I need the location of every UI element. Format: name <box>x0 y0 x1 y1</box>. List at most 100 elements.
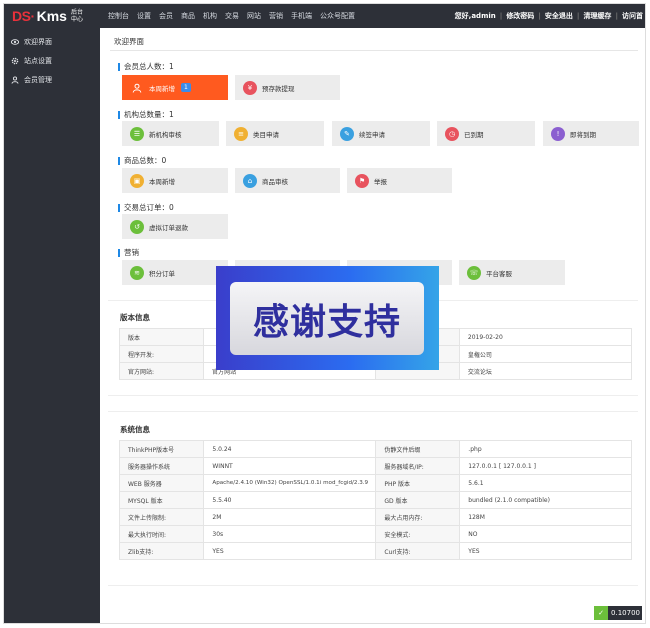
nav-website[interactable]: 网站 <box>243 11 265 21</box>
table-cell: YES <box>203 542 377 560</box>
table-cell: Zlib支持: <box>118 542 205 560</box>
table-cell: WINNT <box>203 457 377 475</box>
app-window: DS· Kms 后台中心 控制台 设置 会员 商品 机构 交易 网站 营销 手机… <box>3 3 646 624</box>
nav-trade[interactable]: 交易 <box>221 11 243 21</box>
sidebar-item-label: 会员管理 <box>24 75 52 84</box>
nav-settings[interactable]: 设置 <box>133 11 155 21</box>
table-row: ThinkPHP版本号 5.0.24 伪静文件后缀 .php <box>118 440 632 458</box>
clock-icon: ◷ <box>445 126 459 141</box>
card-report[interactable]: ⚑ 举报 <box>347 168 452 193</box>
table-cell: 30s <box>203 525 377 543</box>
visit-home-link[interactable]: 访问首 <box>618 11 645 21</box>
card-label: 类目申请 <box>253 130 279 139</box>
coin-icon: ¥ <box>243 80 257 95</box>
table-cell: 128M <box>459 508 632 526</box>
table-cell: 皇権公司 <box>458 345 633 363</box>
card-goods-weekly-new[interactable]: ▣ 本周新增 <box>122 168 228 193</box>
alert-icon: ! <box>551 126 565 141</box>
card-platform-service[interactable]: ☏ 平台客服 <box>459 260 565 285</box>
panel-title: 版本信息 <box>120 313 150 322</box>
table-cell: 最大执行时间: <box>118 525 205 543</box>
system-table: ThinkPHP版本号 5.0.24 伪静文件后缀 .php 服务器操作系统 W… <box>118 440 632 560</box>
nav-orgs[interactable]: 机构 <box>199 11 221 21</box>
card-label: 即将到期 <box>570 130 596 139</box>
sidebar-item-members[interactable]: 会员管理 <box>4 70 100 89</box>
report-icon: ⚑ <box>355 173 369 188</box>
page-title: 欢迎界面 <box>114 37 144 46</box>
logo[interactable]: DS· Kms 后台中心 <box>12 7 85 25</box>
table-cell: ThinkPHP版本号 <box>118 440 205 458</box>
table-cell: 官方网站: <box>118 362 205 380</box>
card-new-org-review[interactable]: ☰ 新机构审核 <box>122 121 219 146</box>
table-cell: YES <box>459 542 632 560</box>
sidebar-item-site-settings[interactable]: 站点设置 <box>4 51 100 70</box>
table-cell: 最大占用内存: <box>375 508 461 526</box>
thanks-overlay-banner: 感谢支持 <box>216 266 439 370</box>
card-label: 平台客服 <box>486 269 512 278</box>
card-expiring-soon[interactable]: ! 即将到期 <box>543 121 639 146</box>
table-cell: 2M <box>203 508 377 526</box>
table-cell: 5.0.24 <box>203 440 377 458</box>
card-points-orders[interactable]: ≋ 积分订单 <box>122 260 228 285</box>
box-icon: ▣ <box>130 173 144 188</box>
card-renewal-apply[interactable]: ✎ 续签申请 <box>332 121 430 146</box>
table-cell: Apache/2.4.10 (Win32) OpenSSL/1.0.1i mod… <box>203 474 377 492</box>
orders-section-title: 交易总订单：0 <box>118 204 174 212</box>
footer-timer-badge[interactable]: ✓ 0.10700 <box>594 606 642 620</box>
coins-icon: ≋ <box>130 265 144 280</box>
table-cell: WEB 服务器 <box>118 474 205 492</box>
list-icon: ☰ <box>130 126 144 141</box>
sidebar-item-welcome[interactable]: 欢迎界面 <box>4 32 100 51</box>
gear-icon <box>11 57 19 65</box>
top-bar: DS· Kms 后台中心 控制台 设置 会员 商品 机构 交易 网站 营销 手机… <box>4 4 645 28</box>
sidebar-item-label: 欢迎界面 <box>24 37 52 46</box>
table-cell: 5.5.40 <box>203 491 377 509</box>
nav-wechat-config[interactable]: 公众号配置 <box>316 11 359 21</box>
table-cell: 服务器操作系统 <box>118 457 205 475</box>
leaf-icon: ✓ <box>594 606 609 620</box>
table-cell: MYSQL 版本 <box>118 491 205 509</box>
card-label: 商品审核 <box>262 177 288 186</box>
table-cell: PHP 版本 <box>375 474 461 492</box>
card-label: 新机构审核 <box>149 130 182 139</box>
clear-cache-link[interactable]: 清理缓存 <box>579 11 615 21</box>
count-badge: 1 <box>181 83 191 92</box>
table-cell: 安全模式: <box>375 525 461 543</box>
nav-marketing[interactable]: 营销 <box>265 11 287 21</box>
table-cell: 5.6.1 <box>459 474 632 492</box>
panel-title: 系统信息 <box>120 425 150 434</box>
eye-icon <box>11 38 19 46</box>
card-deposit-withdrawal[interactable]: ¥ 预存款提现 <box>235 75 340 100</box>
card-virtual-order-refund[interactable]: ↺ 虚拟订单退款 <box>122 214 228 239</box>
card-label: 预存款提现 <box>262 84 295 93</box>
goods-section-title: 商品总数：0 <box>118 157 166 165</box>
forum-link[interactable]: 交流论坛 <box>458 362 633 380</box>
user-icon <box>11 75 19 84</box>
table-row: MYSQL 版本 5.5.40 GD 版本 bundled (2.1.0 com… <box>118 491 632 509</box>
service-icon: ☏ <box>467 265 481 280</box>
logout-link[interactable]: 安全退出 <box>541 11 577 21</box>
main-nav: 控制台 设置 会员 商品 机构 交易 网站 营销 手机端 公众号配置 <box>104 4 359 28</box>
card-goods-review[interactable]: ⌂ 商品审核 <box>235 168 340 193</box>
overlay-text: 感谢支持 <box>252 301 401 343</box>
pencil-icon: ✎ <box>340 126 354 141</box>
card-members-weekly-new[interactable]: 本周新增 1 <box>122 75 228 100</box>
table-row: Zlib支持: YES Curl支持: YES <box>118 542 632 560</box>
nav-goods[interactable]: 商品 <box>177 11 199 21</box>
table-row: 文件上传限制: 2M 最大占用内存: 128M <box>118 508 632 526</box>
nav-console[interactable]: 控制台 <box>104 11 133 21</box>
orgs-section-title: 机构总数量：1 <box>118 111 174 119</box>
nav-members[interactable]: 会员 <box>155 11 177 21</box>
card-expired[interactable]: ◷ 已到期 <box>437 121 535 146</box>
table-cell: 文件上传限制: <box>118 508 205 526</box>
logo-ds: DS· <box>12 8 35 24</box>
table-cell: 程序开发: <box>118 345 205 363</box>
card-label: 本周新增 <box>149 177 175 186</box>
table-row: 服务器操作系统 WINNT 服务器域名/IP: 127.0.0.1 [ 127.… <box>118 457 632 475</box>
card-category-apply[interactable]: ≡ 类目申请 <box>226 121 324 146</box>
table-row: WEB 服务器 Apache/2.4.10 (Win32) OpenSSL/1.… <box>118 474 632 492</box>
table-cell: NO <box>459 525 632 543</box>
nav-mobile[interactable]: 手机端 <box>287 11 316 21</box>
card-label: 已到期 <box>464 130 484 139</box>
change-password-link[interactable]: 修改密码 <box>502 11 538 21</box>
